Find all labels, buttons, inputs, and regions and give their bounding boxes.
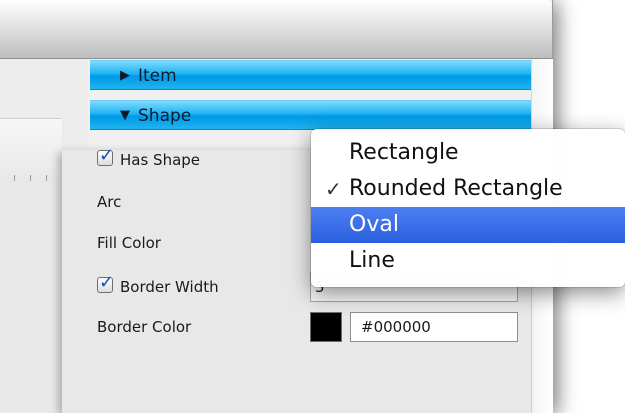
section-header-shape[interactable]: ▼ Shape: [90, 100, 531, 130]
disclosure-expanded-icon: ▼: [120, 108, 130, 123]
menu-item-rounded-rectangle[interactable]: ✓ Rounded Rectangle: [311, 171, 625, 207]
menu-item-line[interactable]: Line: [311, 243, 625, 279]
border-width-checkbox[interactable]: ✓: [97, 272, 114, 293]
canvas-surface[interactable]: [0, 183, 62, 413]
menu-item-label: Rectangle: [349, 140, 459, 165]
border-color-swatch[interactable]: [310, 312, 342, 342]
ruler-tick: [30, 175, 31, 181]
ruler-tick: [46, 175, 47, 181]
border-width-label: Border Width: [120, 278, 219, 296]
disclosure-collapsed-icon: ▶: [120, 68, 130, 83]
section-header-label: Shape: [138, 106, 192, 126]
shape-type-menu: Rectangle ✓ Rounded Rectangle Oval Line: [311, 129, 625, 287]
section-header-label: Item: [138, 66, 177, 86]
checkmark-icon: ✓: [99, 145, 115, 166]
border-color-hex-field[interactable]: #000000: [350, 312, 518, 342]
section-header-item[interactable]: ▶ Item: [90, 60, 531, 90]
ruler-tick: [14, 175, 15, 181]
border-color-label: Border Color: [97, 318, 192, 336]
fill-color-label: Fill Color: [97, 234, 161, 252]
menu-item-label: Oval: [349, 212, 399, 237]
menu-item-oval[interactable]: Oval: [311, 207, 625, 243]
menu-item-label: Line: [349, 248, 395, 273]
menu-item-label: Rounded Rectangle: [349, 176, 563, 201]
has-shape-checkbox[interactable]: ✓: [97, 145, 114, 166]
menu-item-rectangle[interactable]: Rectangle: [311, 135, 625, 171]
arc-label: Arc: [97, 193, 122, 211]
window-titlebar: [0, 0, 552, 59]
canvas-ruler: [0, 118, 62, 184]
has-shape-label: Has Shape: [120, 151, 201, 169]
checkmark-icon: ✓: [99, 272, 115, 293]
checkmark-icon: ✓: [325, 177, 342, 201]
